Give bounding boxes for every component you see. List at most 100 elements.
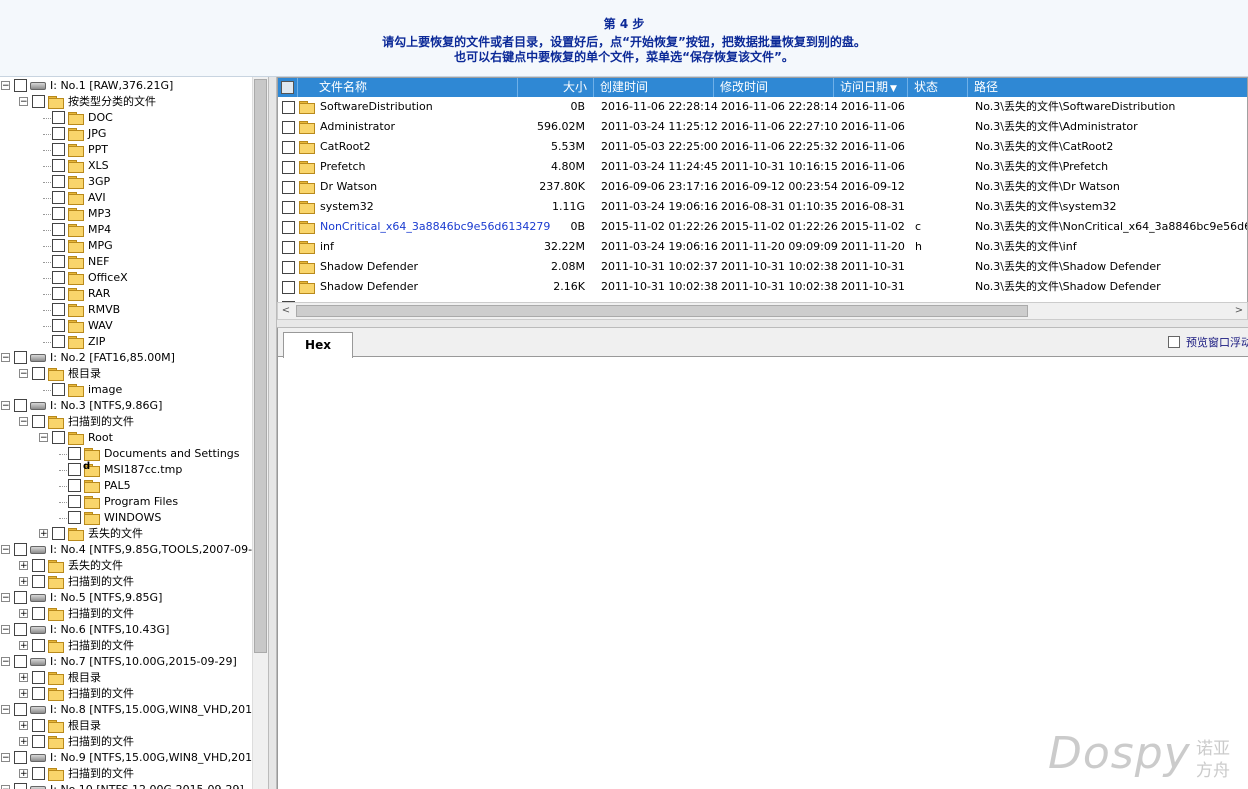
- tree-checkbox[interactable]: [14, 399, 27, 412]
- tree-checkbox[interactable]: [32, 95, 45, 108]
- collapse-icon[interactable]: −: [1, 401, 10, 411]
- tree-checkbox[interactable]: [14, 655, 27, 668]
- file-row[interactable]: Shadow Defender 2.16K 2011-10-31 10:02:38 2…: [278, 277, 1247, 297]
- expand-icon[interactable]: +: [19, 641, 28, 651]
- tree-drive-node[interactable]: − I: No.8 [NTFS,15.00G,WIN8_VHD,2015-10: [0, 702, 268, 718]
- tree-folder-node[interactable]: + 丢失的文件: [0, 558, 252, 574]
- file-row[interactable]: Dr Watson 237.80K 2016-09-06 23:17:16 2016-…: [278, 177, 1247, 197]
- tree-folder-node[interactable]: PAL5: [0, 478, 252, 494]
- tree-checkbox[interactable]: [52, 111, 65, 124]
- tree-folder-node[interactable]: image: [0, 382, 252, 398]
- tree-checkbox[interactable]: [52, 303, 65, 316]
- tree-folder-node[interactable]: MP4: [0, 222, 252, 238]
- tree-folder-node[interactable]: + 扫描到的文件: [0, 574, 252, 590]
- tree-checkbox[interactable]: [14, 751, 27, 764]
- tree-checkbox[interactable]: [14, 703, 27, 716]
- tree-checkbox[interactable]: [52, 175, 65, 188]
- tree-checkbox[interactable]: [32, 559, 45, 572]
- tree-checkbox[interactable]: [14, 591, 27, 604]
- tree-checkbox[interactable]: [52, 271, 65, 284]
- file-list[interactable]: 文件名称 大小 创建时间 修改时间 访问日期 ▼ 状态 路径 SoftwareDi…: [277, 77, 1248, 317]
- tree-checkbox[interactable]: [52, 431, 65, 444]
- expand-icon[interactable]: +: [19, 737, 28, 747]
- col-mtime-header[interactable]: 修改时间: [714, 78, 834, 97]
- file-row-checkbox[interactable]: [282, 261, 295, 274]
- tree-folder-node[interactable]: MP3: [0, 206, 252, 222]
- tree-folder-node[interactable]: 3GP: [0, 174, 252, 190]
- collapse-icon[interactable]: −: [1, 593, 10, 603]
- expand-icon[interactable]: +: [19, 577, 28, 587]
- tree-checkbox[interactable]: [32, 415, 45, 428]
- tree-checkbox[interactable]: [52, 255, 65, 268]
- tree-folder-node[interactable]: Program Files: [0, 494, 252, 510]
- tree-folder-node[interactable]: NEF: [0, 254, 252, 270]
- tree-drive-node[interactable]: − I: No.2 [FAT16,85.00M]: [0, 350, 252, 366]
- col-size-header[interactable]: 大小: [518, 78, 594, 97]
- tree-drive-node[interactable]: − I: No.10 [NTFS,12.00G,2015-09-29]: [0, 782, 252, 789]
- collapse-icon[interactable]: −: [19, 97, 28, 107]
- tree-folder-node[interactable]: PPT: [0, 142, 252, 158]
- tree-drive-node[interactable]: − I: No.5 [NTFS,9.85G]: [0, 590, 252, 606]
- tree-checkbox[interactable]: [32, 719, 45, 732]
- list-horizontal-scrollbar[interactable]: < >: [277, 302, 1248, 320]
- tree-checkbox[interactable]: [32, 671, 45, 684]
- file-row[interactable]: CatRoot2 5.53M 2011-05-03 22:25:00 2016-11-…: [278, 137, 1247, 157]
- expand-icon[interactable]: +: [19, 721, 28, 731]
- tab-hex[interactable]: Hex: [283, 332, 353, 358]
- tree-drive-node[interactable]: − I: No.7 [NTFS,10.00G,2015-09-29]: [0, 654, 252, 670]
- tree-checkbox[interactable]: [52, 143, 65, 156]
- file-row[interactable]: Administrator 596.02M 2011-03-24 11:25:12 2…: [278, 117, 1247, 137]
- collapse-icon[interactable]: −: [1, 705, 10, 715]
- file-row[interactable]: SoftwareDistribution 0B 2016-11-06 22:28:1…: [278, 97, 1247, 117]
- tree-folder-node[interactable]: d MSI187cc.tmp: [0, 461, 252, 478]
- tree-checkbox[interactable]: [52, 527, 65, 540]
- file-row-checkbox[interactable]: [282, 141, 295, 154]
- tree-checkbox[interactable]: [14, 79, 27, 92]
- collapse-icon[interactable]: −: [1, 625, 10, 635]
- file-row-checkbox[interactable]: [282, 181, 295, 194]
- col-ctime-header[interactable]: 创建时间: [594, 78, 714, 97]
- tree-folder-node[interactable]: WAV: [0, 318, 252, 334]
- col-name-header[interactable]: 文件名称: [298, 78, 518, 97]
- tree-checkbox[interactable]: [68, 463, 81, 476]
- tree-checkbox[interactable]: [52, 383, 65, 396]
- tree-checkbox[interactable]: [32, 767, 45, 780]
- tree-folder-node[interactable]: + 丢失的文件: [0, 526, 252, 542]
- scroll-left-icon[interactable]: <: [278, 304, 294, 318]
- file-row-checkbox[interactable]: [282, 121, 295, 134]
- collapse-icon[interactable]: −: [39, 433, 48, 443]
- collapse-icon[interactable]: −: [1, 353, 10, 363]
- tree-checkbox[interactable]: [52, 223, 65, 236]
- collapse-icon[interactable]: −: [1, 753, 10, 763]
- tree-checkbox[interactable]: [32, 639, 45, 652]
- expand-icon[interactable]: +: [19, 689, 28, 699]
- tree-checkbox[interactable]: [68, 495, 81, 508]
- collapse-icon[interactable]: −: [19, 369, 28, 379]
- scroll-right-icon[interactable]: >: [1231, 304, 1247, 318]
- file-row-checkbox[interactable]: [282, 221, 295, 234]
- expand-icon[interactable]: +: [39, 529, 48, 539]
- collapse-icon[interactable]: −: [19, 417, 28, 427]
- expand-icon[interactable]: +: [19, 561, 28, 571]
- tree-folder-node[interactable]: DOC: [0, 110, 252, 126]
- col-state-header[interactable]: 状态: [908, 78, 968, 97]
- tree-folder-node[interactable]: XLS: [0, 158, 252, 174]
- list-scroll-thumb[interactable]: [296, 305, 1028, 317]
- expand-icon[interactable]: +: [19, 673, 28, 683]
- column-chooser-icon[interactable]: [281, 81, 294, 94]
- file-row-checkbox[interactable]: [282, 241, 295, 254]
- tree-folder-node[interactable]: WINDOWS: [0, 510, 252, 526]
- tree-checkbox[interactable]: [14, 543, 27, 556]
- partition-tree[interactable]: − I: No.1 [RAW,376.21G] − 按类型分类的文件 DOC JPG PPT…: [0, 77, 268, 789]
- file-row[interactable]: Shadow Defender 2.08M 2011-10-31 10:02:37 2…: [278, 257, 1247, 277]
- tree-checkbox[interactable]: [52, 159, 65, 172]
- tree-folder-node[interactable]: + 扫描到的文件: [0, 766, 252, 782]
- tree-checkbox[interactable]: [14, 623, 27, 636]
- tree-folder-node[interactable]: ZIP: [0, 334, 252, 350]
- tree-folder-node[interactable]: + 扫描到的文件: [0, 734, 252, 750]
- tree-checkbox[interactable]: [32, 687, 45, 700]
- tree-checkbox[interactable]: [52, 335, 65, 348]
- collapse-icon[interactable]: −: [1, 657, 10, 667]
- file-row[interactable]: NonCritical_x64_3a8846bc9e56d6134279 0B 20…: [278, 217, 1247, 237]
- tree-folder-node[interactable]: − 按类型分类的文件: [0, 94, 252, 110]
